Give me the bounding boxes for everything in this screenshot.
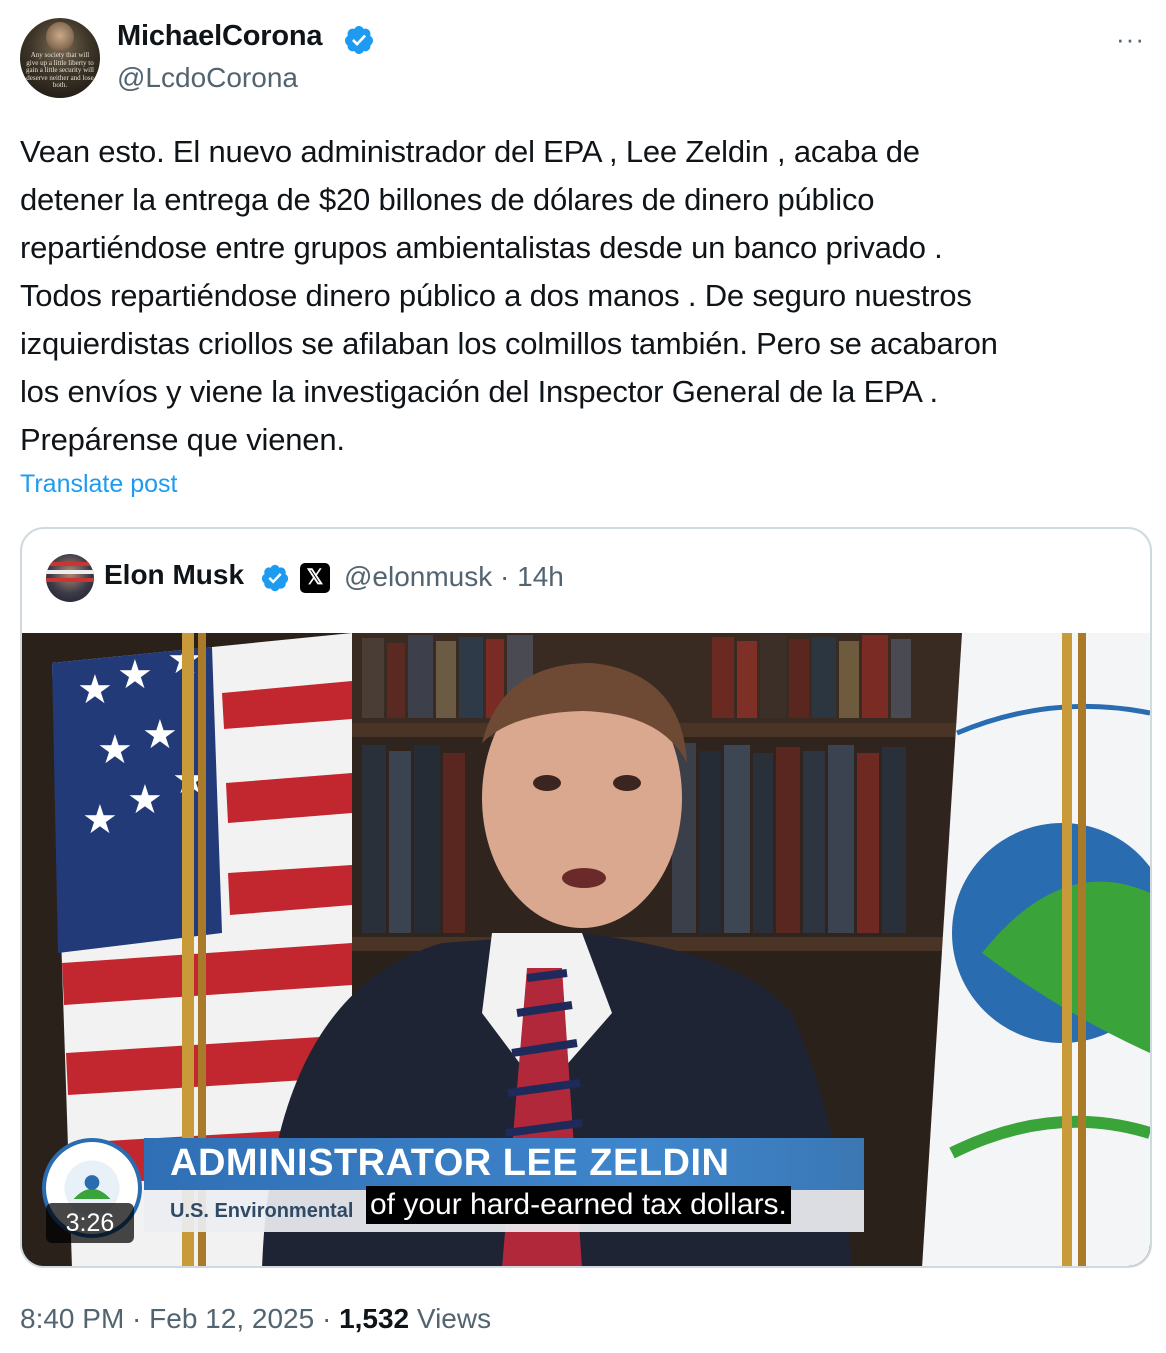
video-player[interactable]: ★ ★ ★ ★ ★ ★ ★ ★ <box>22 633 1150 1266</box>
author-name[interactable]: MichaelCorona <box>117 20 322 53</box>
video-duration: 3:26 <box>46 1203 134 1243</box>
tweet-line: repartiéndose entre grupos ambientalista… <box>20 230 943 265</box>
video-caption: of your hard-earned tax dollars. <box>366 1186 791 1224</box>
quoted-author-avatar[interactable] <box>46 554 94 602</box>
svg-text:★: ★ <box>142 713 178 757</box>
tweet-line: los envíos y viene la investigación del … <box>20 374 938 409</box>
views-count: 1,532 <box>339 1303 410 1334</box>
avatar-quote-text: Any society that will give up a little l… <box>25 51 95 89</box>
tweet-line: Todos repartiéndose dinero público a dos… <box>20 278 972 313</box>
svg-text:★: ★ <box>97 728 133 772</box>
author-handle[interactable]: @LcdoCorona <box>117 62 298 94</box>
post-meta: 8:40 PM · Feb 12, 2025 · 1,532 Views <box>20 1303 491 1335</box>
svg-text:★: ★ <box>127 778 163 822</box>
verified-badge-icon <box>261 564 289 592</box>
lower-third-subtitle: U.S. Environmental <box>170 1200 354 1222</box>
post-timestamp[interactable]: 8:40 PM · Feb 12, 2025 · <box>20 1303 339 1334</box>
x-logo-icon: 𝕏 <box>300 563 330 593</box>
avatar-portrait <box>46 22 74 52</box>
svg-text:★: ★ <box>117 653 153 697</box>
tweet-line: detener la entrega de $20 billones de dó… <box>20 182 875 217</box>
more-icon[interactable]: ··· <box>1116 26 1148 52</box>
author-avatar[interactable]: Any society that will give up a little l… <box>20 18 100 98</box>
tweet-line: Prepárense que vienen. <box>20 422 345 457</box>
tweet-line: izquierdistas criollos se afilaban los c… <box>20 326 998 361</box>
svg-text:★: ★ <box>82 798 118 842</box>
tweet-text: Vean esto. El nuevo administrador del EP… <box>20 128 1150 464</box>
quoted-handle-time[interactable]: @elonmusk · 14h <box>344 561 564 593</box>
views-label: Views <box>409 1303 492 1334</box>
quoted-post-card[interactable]: Elon Musk 𝕏 @elonmusk · 14h ★ ★ ★ ★ ★ ★ … <box>20 527 1152 1268</box>
quoted-author-name[interactable]: Elon Musk <box>104 559 244 591</box>
lower-third-title: ADMINISTRATOR LEE ZELDIN <box>170 1142 730 1184</box>
verified-badge-icon[interactable] <box>343 24 375 56</box>
translate-post-link[interactable]: Translate post <box>20 470 177 499</box>
svg-text:★: ★ <box>77 668 113 712</box>
tweet-line: Vean esto. El nuevo administrador del EP… <box>20 134 920 169</box>
